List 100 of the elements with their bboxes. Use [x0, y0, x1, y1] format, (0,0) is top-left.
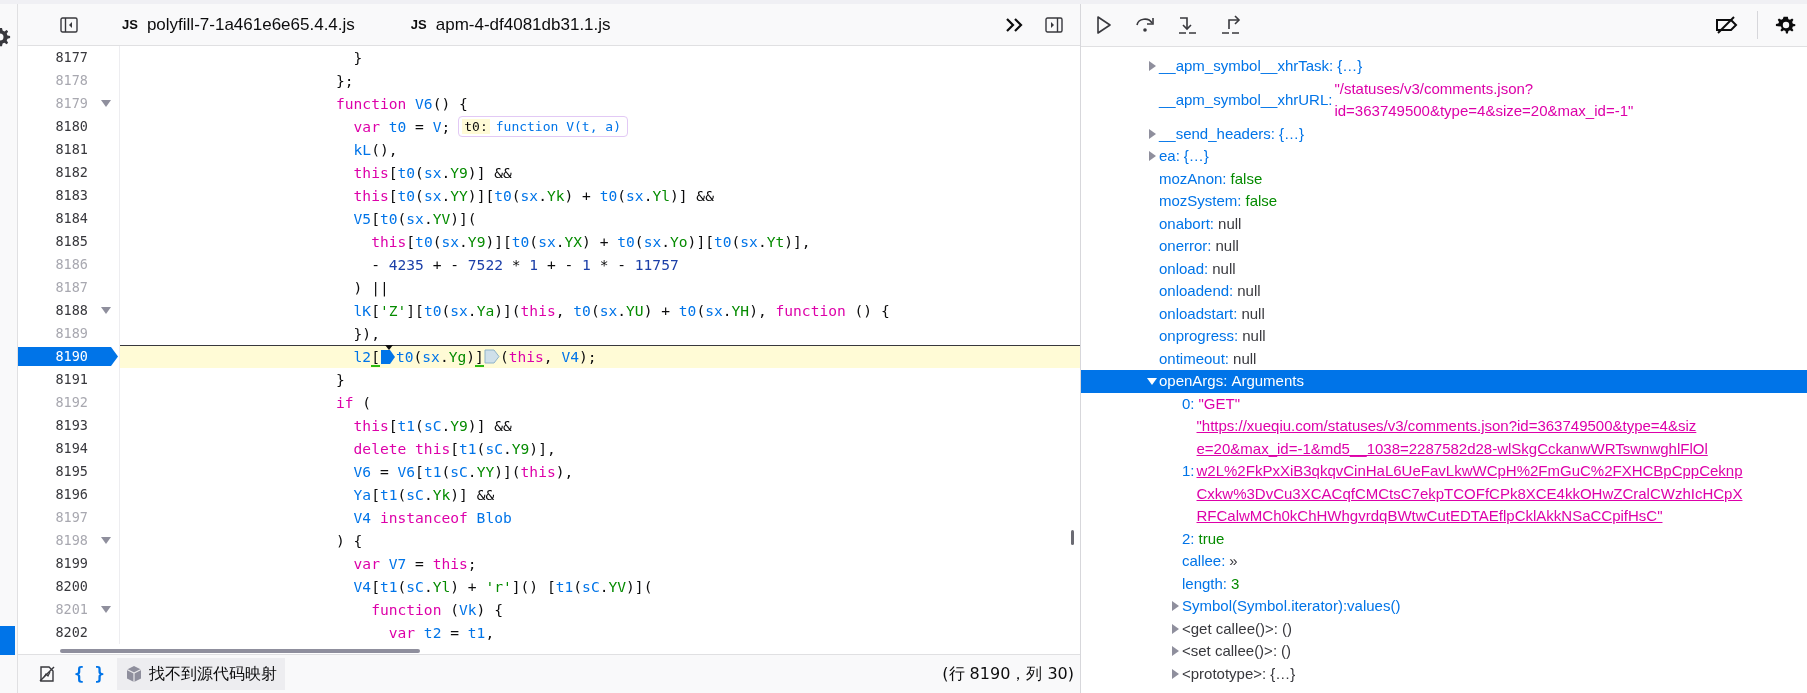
line-number[interactable]: 8202 [18, 621, 88, 644]
line-number[interactable]: 8182 [18, 161, 88, 184]
fold-arrow-icon[interactable] [101, 307, 111, 314]
tree-row[interactable]: ontimeout: null [1081, 347, 1807, 370]
tree-row[interactable]: onload: null [1081, 257, 1807, 280]
property-name: mozAnon: [1159, 168, 1227, 189]
code-text: } [336, 370, 345, 390]
code-text: if ( [336, 393, 372, 413]
scrollbar-thumb[interactable] [60, 649, 420, 653]
property-value: null [1242, 326, 1266, 346]
property-name: onabort: [1159, 213, 1215, 234]
line-number[interactable]: 8190 [18, 347, 118, 366]
tree-row[interactable]: onloadstart: null [1081, 302, 1807, 325]
tree-row[interactable]: <set callee()>: () [1081, 640, 1807, 663]
tree-row[interactable]: 0: "GET" [1081, 392, 1807, 415]
code-text: - 4235 + - 7522 * 1 + - 1 * - 11757 [370, 255, 679, 275]
tree-row[interactable]: 2: true [1081, 527, 1807, 550]
property-name: ontimeout: [1159, 348, 1230, 369]
code-text: }; [336, 71, 354, 91]
property-name: openArgs: [1159, 371, 1228, 391]
line-number[interactable]: 8180 [18, 115, 88, 138]
sidebar-toggle-icon[interactable] [60, 16, 78, 33]
line-number[interactable]: 8200 [18, 575, 88, 598]
tree-row[interactable]: ea: {…} [1081, 145, 1807, 168]
tree-row[interactable]: __apm_symbol__xhrURL: "/statuses/v3/comments.json? id=363749500&type=4&size=20&max_id=-1" [1081, 77, 1807, 123]
expand-arrow-icon[interactable] [1147, 151, 1157, 162]
fold-arrow-icon[interactable] [101, 606, 111, 613]
expand-arrow-icon[interactable] [1147, 128, 1157, 139]
code-text: ) { [336, 531, 363, 551]
property-value: "https://xueqiu.com/statuses/v3/comments.json?id=363749500&type=4&siz e=20&max_id=-1&md5__1038=2287582d28-wlSkgCckanwWRTswnwghlFlOl w2L%2FkPxXiB3qkqvCinHaL6UeFavLkwWCpH%2FmGuC%2FXHCBpCppCeknp Cxkw%3DvCu3XCACqfCMCtsC7ekpTCOFfCPk8XCE4kkOHwZCralCWzhIcHCpX RFCalwMCh0kChHWhgvrdqBWtwCutEDTAEflpCklAkkNSaCCpifHsC" [1196, 416, 1743, 526]
property-name: 0: [1182, 393, 1195, 414]
deactivate-breakpoints-icon[interactable] [1714, 15, 1740, 35]
step-over-icon[interactable] [1134, 15, 1156, 35]
expand-arrow-icon[interactable] [1147, 376, 1157, 387]
expand-arrow-icon[interactable] [1170, 601, 1180, 612]
expand-arrow-icon[interactable] [1147, 61, 1157, 72]
line-number[interactable]: 8193 [18, 414, 88, 437]
tree-row[interactable]: onabort: null [1081, 212, 1807, 235]
tree-row[interactable]: onprogress: null [1081, 325, 1807, 348]
fold-arrow-icon[interactable] [101, 100, 111, 107]
property-name: onload: [1159, 258, 1209, 279]
property-value: {…} [1278, 123, 1304, 144]
expand-arrow-icon[interactable] [1170, 623, 1180, 634]
line-number[interactable]: 8185 [18, 230, 88, 253]
property-value: () [1281, 618, 1292, 639]
property-value: {…} [1270, 663, 1296, 684]
fold-arrow-icon[interactable] [101, 537, 111, 544]
line-number[interactable]: 8181 [18, 138, 88, 161]
line-number[interactable]: 8177 [18, 46, 88, 69]
property-value: {…} [1337, 56, 1363, 76]
property-name: Symbol(Symbol.iterator):values() [1182, 596, 1401, 616]
line-number[interactable]: 8196 [18, 483, 88, 506]
property-value: {…} [1183, 146, 1209, 166]
line-number[interactable]: 8188 [18, 299, 88, 322]
line-number[interactable]: 8194 [18, 437, 88, 460]
property-name: <prototype>: [1182, 663, 1267, 684]
code-text: function V6() { [336, 94, 468, 114]
panel-toggle-icon[interactable] [1045, 16, 1063, 33]
source-map-icon[interactable] [38, 665, 56, 683]
property-name: 1: [1182, 461, 1195, 481]
pretty-print-button[interactable]: { } [70, 664, 109, 684]
line-number[interactable]: 8183 [18, 184, 88, 207]
step-in-icon[interactable] [1177, 15, 1199, 35]
property-value: () [1281, 641, 1292, 661]
settings-icon[interactable] [1775, 14, 1797, 36]
scrollbar-thumb[interactable] [1071, 530, 1074, 545]
tree-row[interactable]: onloadend: null [1081, 280, 1807, 303]
cursor-position: (行 8190，列 30) [942, 663, 1075, 685]
tree-row[interactable]: openArgs: Arguments [1081, 370, 1807, 393]
property-value: false [1245, 191, 1278, 211]
tree-row[interactable]: length: 3 [1081, 572, 1807, 595]
tree-row[interactable]: <get callee()>: () [1081, 617, 1807, 640]
more-tabs-icon[interactable] [1005, 16, 1025, 33]
tree-row[interactable]: __send_headers: {…} [1081, 122, 1807, 145]
tree-row[interactable]: mozAnon: false [1081, 167, 1807, 190]
property-name: onloadstart: [1159, 303, 1238, 324]
resume-icon[interactable] [1095, 15, 1113, 35]
tree-row[interactable]: mozSystem: false [1081, 190, 1807, 213]
step-out-icon[interactable] [1220, 15, 1242, 35]
tree-row[interactable]: <prototype>: {…} [1081, 662, 1807, 685]
line-number[interactable]: 8199 [18, 552, 88, 575]
property-value: "/statuses/v3/comments.json? id=363749500&type=4&size=20&max_id=-1" [1334, 78, 1634, 121]
property-value: null [1237, 281, 1261, 301]
settings-icon[interactable] [0, 25, 12, 49]
line-number[interactable]: 8184 [18, 207, 88, 230]
line-number[interactable]: 8191 [18, 368, 88, 391]
editor-tab[interactable]: JS polyfill-7-1a461e6e65.4.4.js [94, 4, 383, 45]
tree-row[interactable]: __apm_symbol__xhrTask: {…} [1081, 55, 1807, 78]
source-map-button[interactable]: 找不到源代码映射 [116, 658, 285, 690]
property-name: length: [1182, 573, 1228, 594]
editor-tab[interactable]: JS apm-4-df4081db31.1.js [382, 4, 639, 45]
property-value: » [1229, 551, 1238, 571]
expand-arrow-icon[interactable] [1170, 668, 1180, 679]
property-name: __apm_symbol__xhrTask: [1159, 56, 1334, 76]
tree-row[interactable]: callee: » [1081, 550, 1807, 573]
expand-arrow-icon[interactable] [1170, 646, 1180, 657]
line-number[interactable]: 8195 [18, 460, 88, 483]
tree-row[interactable]: onerror: null [1081, 235, 1807, 258]
code-text: V5[t0(sx.YV)]( [352, 209, 477, 229]
tree-row[interactable]: Symbol(Symbol.iterator):values() [1081, 595, 1807, 618]
